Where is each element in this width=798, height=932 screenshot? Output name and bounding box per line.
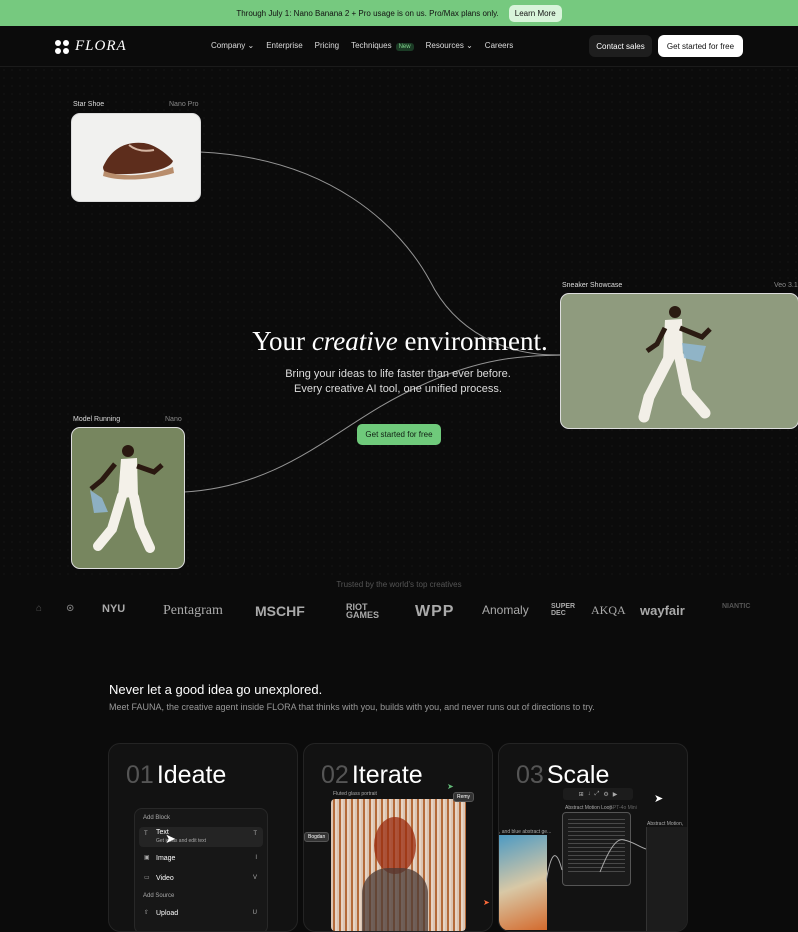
logo-wayfair: wayfair (640, 603, 685, 618)
add-block-menu: Add Block T Text Get ideas and edit text… (134, 808, 268, 931)
fluted-glass-portrait-image (331, 799, 466, 931)
motion-loop-model: GPT-4o Mini (609, 805, 637, 811)
feature-ideate-card[interactable]: 01 Ideate Add Block T Text Get ideas and … (108, 743, 298, 932)
showcase-video-icon (638, 306, 712, 423)
nav-careers[interactable]: Careers (485, 41, 513, 50)
nav-enterprise[interactable]: Enterprise (266, 41, 302, 50)
settings-icon: ⚙ (603, 791, 609, 798)
text-shortcut: T (253, 831, 257, 837)
glass-portrait-label: Fluted glass portrait (333, 791, 377, 797)
archive-video-node (646, 827, 687, 931)
scale-heading: 03 Scale (516, 761, 610, 789)
play-icon: ▶ (612, 791, 618, 798)
feature-iterate-card[interactable]: 02 Iterate Fluted glass portrait Remy Bog… (303, 743, 493, 932)
iterate-heading: 02 Iterate (321, 761, 423, 789)
logo-super-dec: SUPER DEC (551, 603, 576, 617)
star-shoe-card[interactable] (71, 113, 201, 202)
hero-section: Star Shoe Nano Pro Your creative environ… (0, 66, 798, 576)
menu-item-video-label: Video (156, 875, 174, 882)
menu-item-upload-label: Upload (156, 910, 179, 917)
menu-item-video[interactable]: ▭ Video V (139, 871, 263, 889)
text-hint: Get ideas and edit text (156, 838, 207, 844)
remy-cursor-icon: ➤ (447, 782, 454, 791)
motion-loop-label: Abstract Motion Loop (565, 805, 613, 811)
customer-logo-strip: ⌂ ⊙ NYU Pentagram MSCHF RIOT GAMES WPP A… (0, 603, 798, 631)
announcement-banner: Through July 1: Nano Banana 2 + Pro usag… (0, 0, 798, 26)
image-icon: ▣ (144, 855, 150, 861)
new-badge: New (395, 43, 414, 51)
abstract-image-left (499, 835, 547, 930)
menu-item-image-label: Image (156, 855, 176, 862)
logo-riot-games: RIOT GAMES (346, 602, 380, 620)
partial-logo-icon: ⌂ (36, 603, 43, 614)
flora-logo-mark-icon (55, 39, 69, 54)
hero-headline: Your creative environment. (252, 326, 548, 356)
nav-techniques[interactable]: Techniques New (351, 41, 414, 51)
trusted-label: Trusted by the world's top creatives (336, 580, 462, 589)
main-menu: Company ⌄ Enterprise Pricing Techniques N… (211, 41, 513, 51)
shoe-image-icon (103, 142, 174, 180)
sneaker-card-model: Veo 3.1 (774, 282, 798, 289)
expand-icon: ⤢ (594, 790, 600, 797)
menu-item-image[interactable]: ▣ Image I (139, 851, 263, 869)
logo-akqa: AKQA (591, 603, 626, 617)
nav-pricing[interactable]: Pricing (315, 41, 339, 50)
add-source-label: Add Source (143, 893, 175, 899)
video-shortcut: V (252, 875, 257, 881)
star-card-label: Star Shoe (73, 101, 105, 108)
logo-niantic: NIANTIC (722, 603, 751, 610)
text-icon: T (144, 831, 148, 837)
sneaker-showcase-card[interactable] (560, 293, 798, 429)
flora-logo[interactable]: FLORA (55, 38, 127, 55)
runner-image-icon (89, 445, 164, 553)
contact-sales-button[interactable]: Contact sales (589, 35, 652, 57)
mouse-cursor-icon: ➤ (165, 831, 176, 846)
grid-icon: ⊞ (578, 791, 584, 798)
scale-mouse-cursor-icon: ➤ (654, 793, 664, 805)
sneaker-card-label: Sneaker Showcase (562, 282, 623, 289)
menu-item-text[interactable]: T Text Get ideas and edit text T (139, 827, 263, 847)
learn-more-button[interactable]: Learn More (508, 4, 562, 22)
model-card-model: Nano (165, 416, 182, 423)
logo-anomaly: Anomaly (482, 603, 529, 617)
video-icon: ▭ (144, 875, 150, 881)
logo-pentagram: Pentagram (163, 603, 223, 618)
upload-shortcut: U (252, 910, 257, 916)
flora-logo-text: FLORA (75, 38, 127, 54)
model-running-card[interactable] (71, 427, 185, 569)
fauna-section-subtitle: Meet FAUNA, the creative agent inside FL… (109, 702, 595, 712)
nav-company[interactable]: Company ⌄ (211, 41, 254, 50)
star-card-model: Nano Pro (169, 101, 199, 108)
feature-scale-card[interactable]: 03 Scale ⊞ ↓ ⤢ ⚙ ▶ Abstract Motion Loop G… (498, 743, 688, 932)
logo-mschf: MSCHF (255, 603, 305, 619)
hero-get-started-button[interactable]: Get started for free (357, 424, 441, 445)
header-get-started-button[interactable]: Get started for free (658, 35, 743, 57)
nav-resources[interactable]: Resources ⌄ (426, 41, 473, 50)
orange-cursor-icon: ➤ (483, 898, 490, 907)
scale-connection-lines (546, 839, 646, 883)
logo-wpp: WPP (415, 603, 455, 620)
connection-line-star (199, 151, 561, 356)
ideate-heading: 01 Ideate (126, 761, 227, 789)
image-shortcut: I (255, 855, 257, 861)
logo-nyu: NYU (102, 603, 126, 615)
menu-item-upload[interactable]: ⇧ Upload U (139, 906, 263, 924)
add-block-label: Add Block (143, 815, 171, 821)
bogdan-tag: Bogdan (304, 832, 330, 842)
download-icon: ↓ (587, 791, 591, 797)
upload-icon: ⇧ (144, 910, 150, 916)
remy-tag: Remy (453, 792, 475, 802)
top-navigation: FLORA Company ⌄ Enterprise Pricing Techn… (0, 26, 798, 67)
scale-toolbar: ⊞ ↓ ⤢ ⚙ ▶ (563, 788, 633, 800)
hero-subtitle: Bring your ideas to life faster than eve… (285, 368, 511, 395)
model-card-label: Model Running (73, 416, 121, 423)
banner-text: Through July 1: Nano Banana 2 + Pro usag… (236, 8, 499, 18)
brand-circle-logo-icon: ⊙ (66, 603, 75, 614)
fauna-section-title: Never let a good idea go unexplored. (109, 682, 323, 697)
